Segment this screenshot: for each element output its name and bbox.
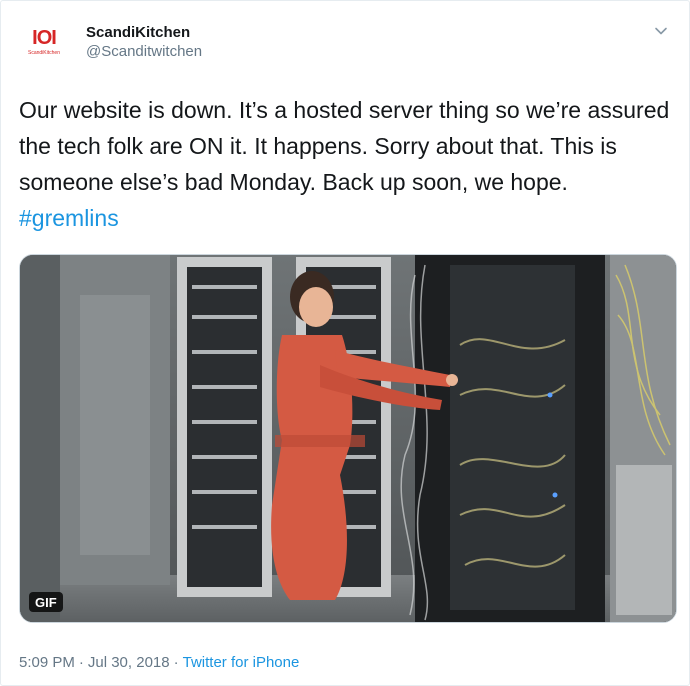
tweet-time[interactable]: 5:09 PM [19,654,75,671]
gif-media[interactable]: GIF [19,254,677,623]
author-names[interactable]: ScandiKitchen @Scanditwitchen [86,23,202,62]
gif-badge: GIF [29,592,63,612]
tweet-header: IOI ScandiKitchen ScandiKitchen @Scandit… [19,17,671,69]
tweet-date[interactable]: Jul 30, 2018 [88,654,170,671]
separator: · [78,654,84,671]
server-room-image [20,255,676,622]
scandikitchen-logo: IOI [32,27,57,49]
hashtag-link[interactable]: #gremlins [19,205,119,231]
tweet-footer: 5:09 PM · Jul 30, 2018 · Twitter for iPhone [19,653,299,673]
display-name[interactable]: ScandiKitchen [86,23,202,42]
logo-wordmark: ScandiKitchen [28,50,60,56]
avatar[interactable]: IOI ScandiKitchen [19,17,69,67]
tweet-body: Our website is down. It’s a hosted serve… [19,97,670,195]
chevron-down-icon[interactable] [653,23,669,39]
source-link[interactable]: Twitter for iPhone [183,654,300,671]
tweet-text: Our website is down. It’s a hosted serve… [19,92,674,236]
separator: · [173,654,179,671]
user-handle[interactable]: @Scanditwitchen [86,42,202,62]
tweet-card: IOI ScandiKitchen ScandiKitchen @Scandit… [0,0,690,686]
